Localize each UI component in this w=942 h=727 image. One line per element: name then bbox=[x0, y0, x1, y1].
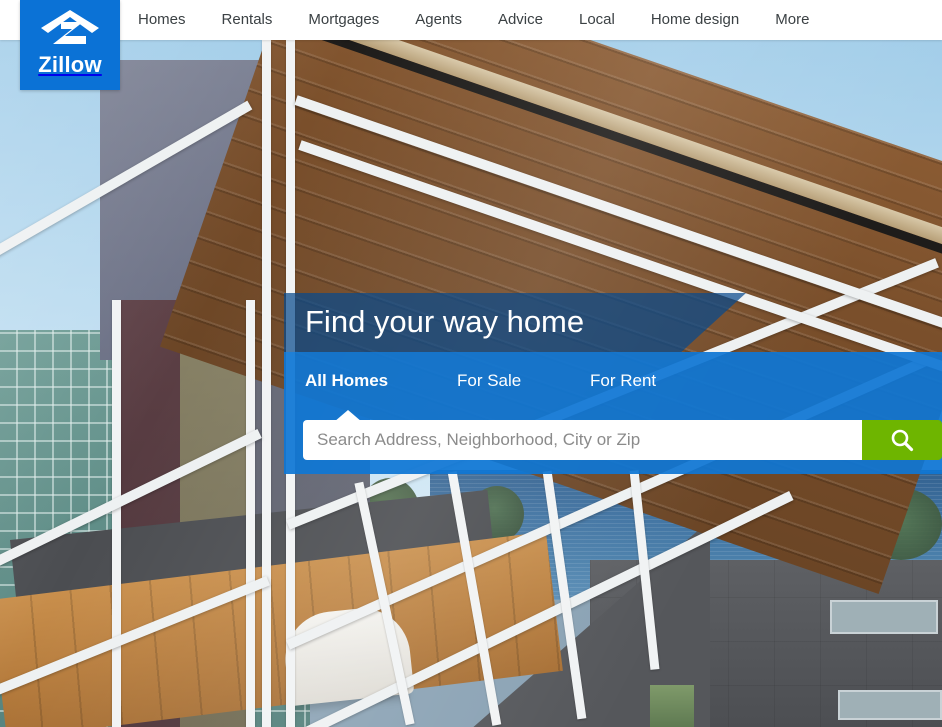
search-input[interactable] bbox=[303, 420, 862, 460]
photo-facade-window bbox=[838, 690, 942, 720]
photo-window-mullion bbox=[262, 40, 271, 727]
nav-item-mortgages[interactable]: Mortgages bbox=[290, 0, 397, 40]
photo-window-mullion bbox=[246, 300, 255, 727]
tab-for-sale[interactable]: For Sale bbox=[457, 371, 590, 391]
photo-facade-window bbox=[830, 600, 938, 634]
nav-item-local[interactable]: Local bbox=[561, 0, 633, 40]
nav-item-homes[interactable]: Homes bbox=[120, 0, 204, 40]
search-form bbox=[303, 420, 942, 460]
zillow-homepage: Homes Rentals Mortgages Agents Advice Lo… bbox=[0, 0, 942, 727]
nav-link-list: Homes Rentals Mortgages Agents Advice Lo… bbox=[120, 0, 827, 40]
top-navigation-bar: Homes Rentals Mortgages Agents Advice Lo… bbox=[0, 0, 942, 40]
zillow-logo[interactable]: Zillow bbox=[20, 0, 120, 90]
nav-item-rentals[interactable]: Rentals bbox=[204, 0, 291, 40]
tab-all-homes[interactable]: All Homes bbox=[305, 371, 457, 391]
nav-item-advice[interactable]: Advice bbox=[480, 0, 561, 40]
page-title: Find your way home bbox=[305, 304, 585, 339]
search-button[interactable] bbox=[862, 420, 942, 460]
zillow-wordmark: Zillow bbox=[38, 52, 102, 77]
nav-item-agents[interactable]: Agents bbox=[397, 0, 480, 40]
zillow-house-z-icon bbox=[41, 10, 99, 44]
photo-facade-window bbox=[650, 685, 694, 727]
search-type-tabs: All Homes For Sale For Rent bbox=[305, 371, 656, 391]
photo-window-mullion bbox=[112, 300, 121, 727]
nav-item-more[interactable]: More bbox=[757, 0, 827, 40]
hero-search-panel: Find your way home All Homes For Sale Fo… bbox=[284, 293, 942, 474]
nav-item-home-design[interactable]: Home design bbox=[633, 0, 757, 40]
search-icon bbox=[891, 429, 914, 452]
active-tab-pointer bbox=[334, 410, 362, 422]
tab-for-rent[interactable]: For Rent bbox=[590, 371, 656, 391]
